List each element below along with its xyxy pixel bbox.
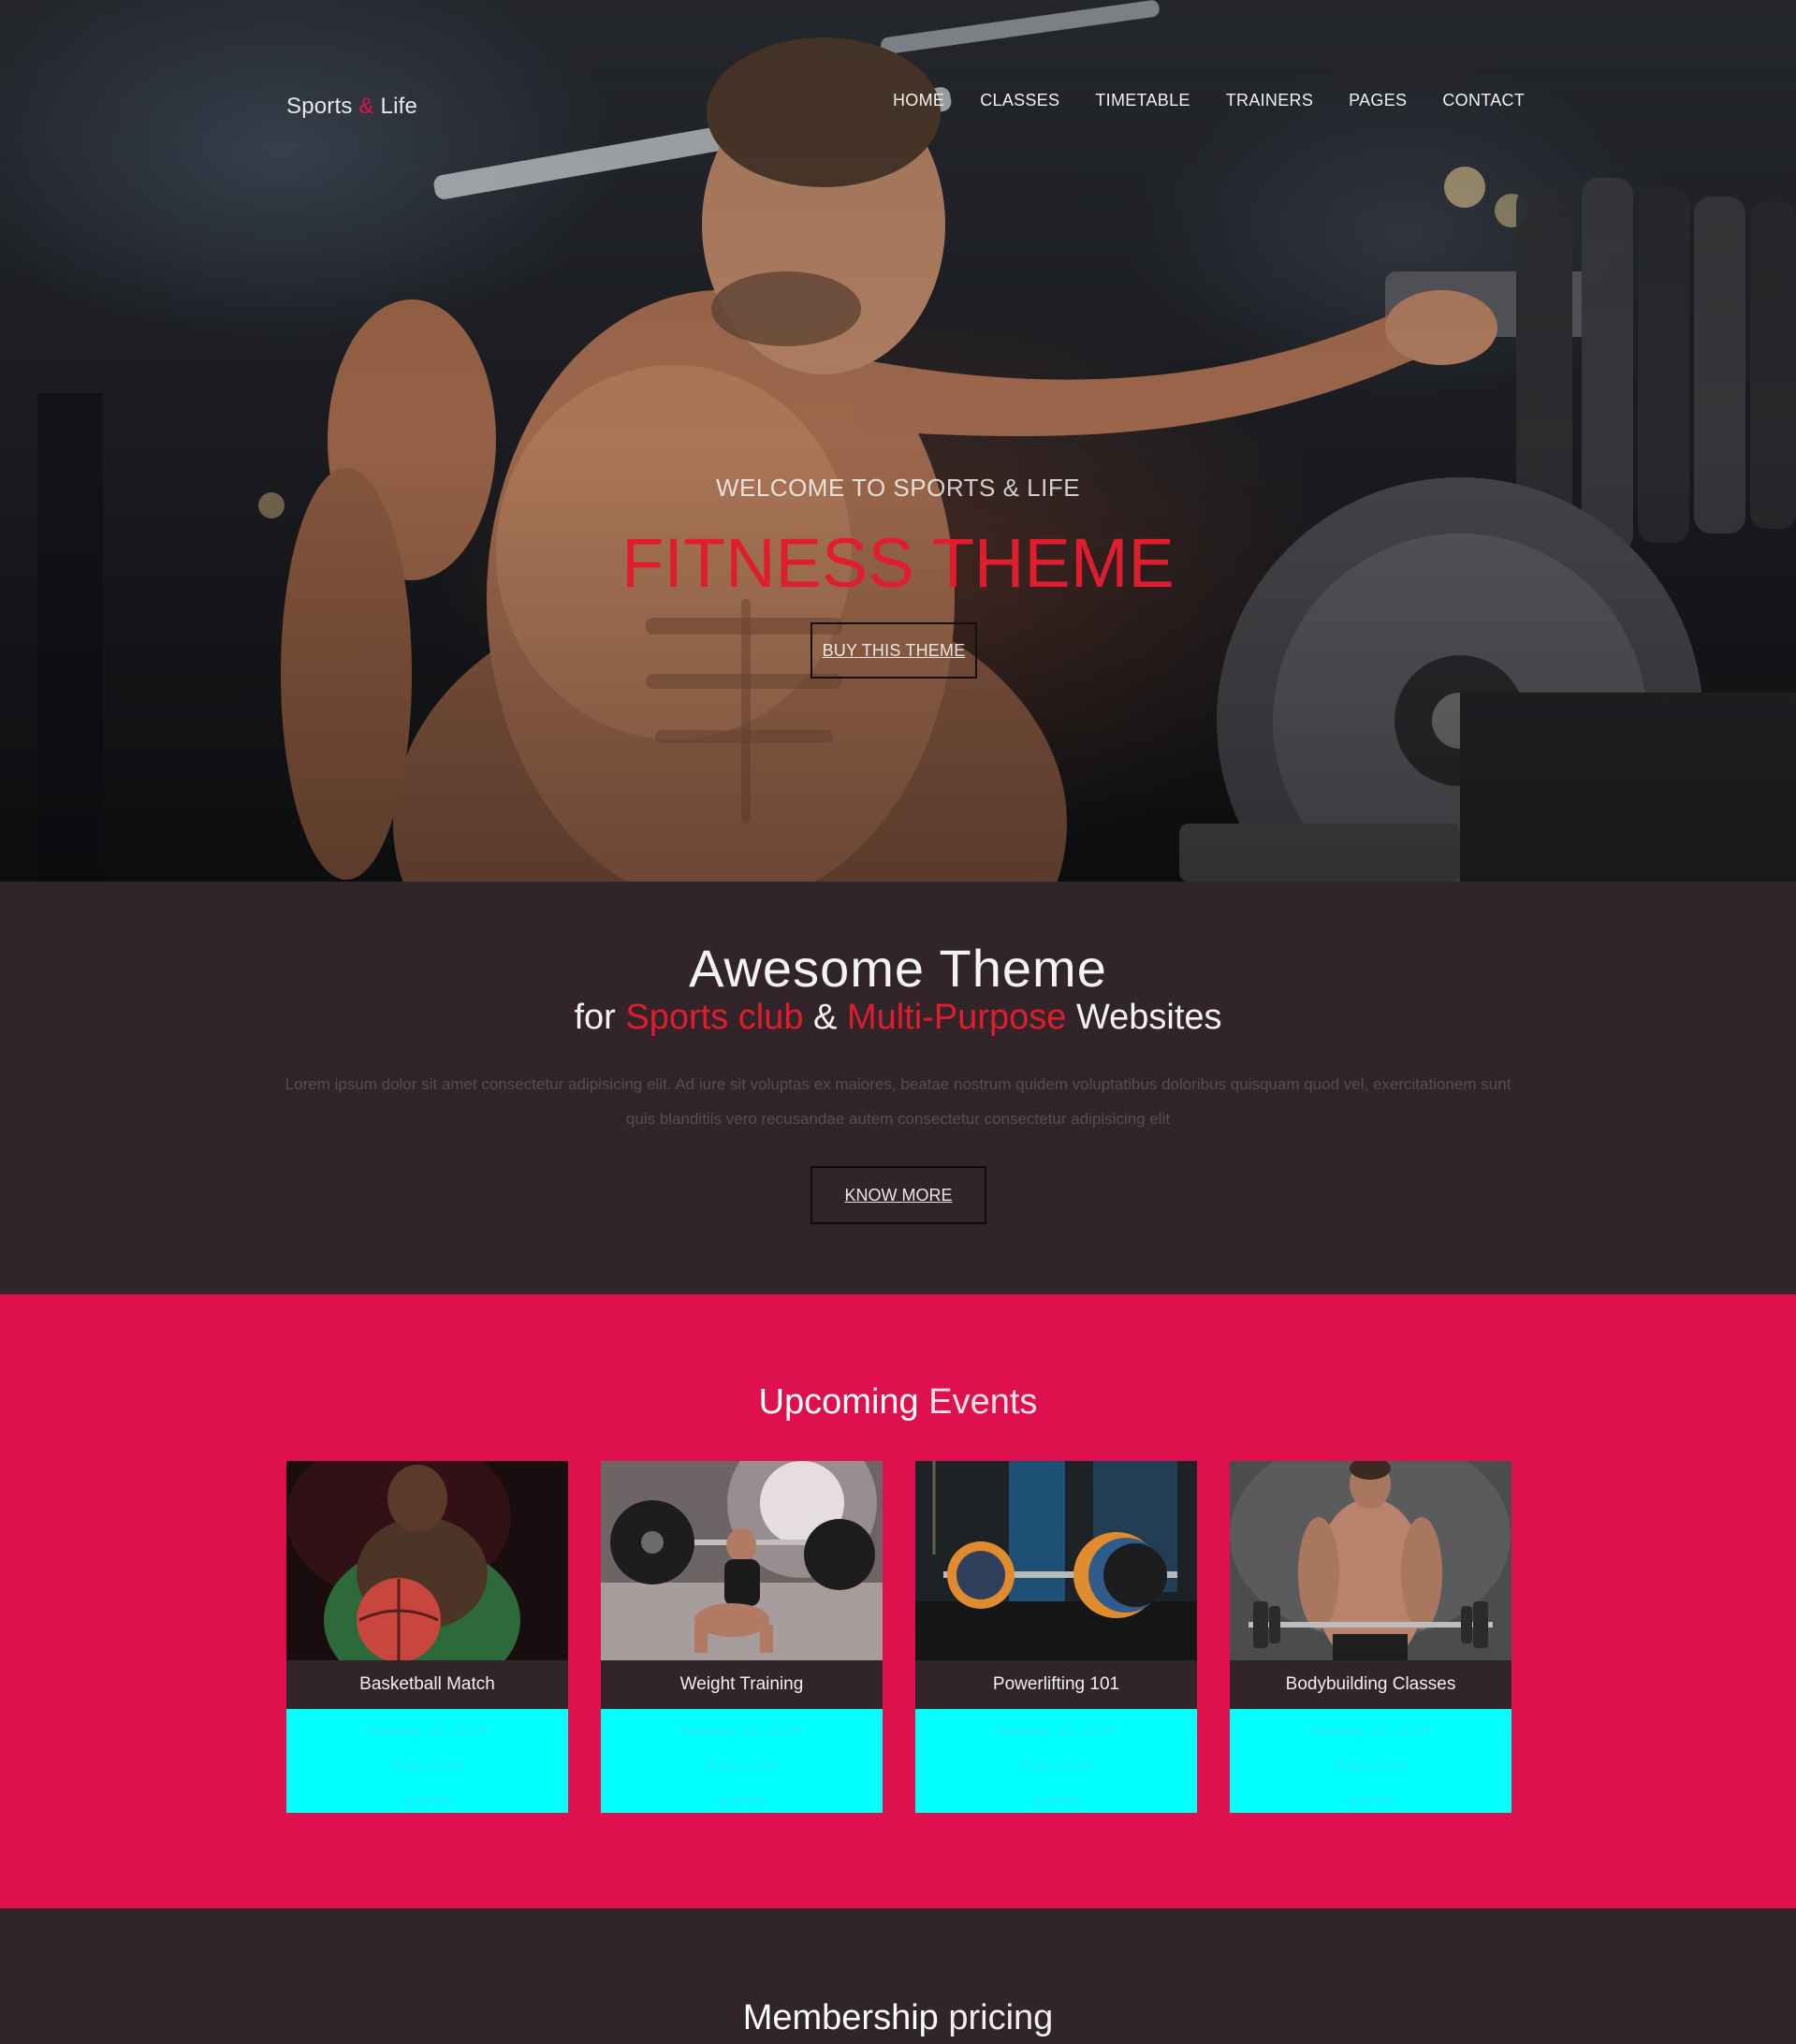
event-info: february 10, 2014 9:00-11:00 cj jones (601, 1709, 883, 1813)
event-date: february 10, 2014 (997, 1724, 1116, 1740)
hero-section: Sports & Life HOME CLASSES TIMETABLE TRA… (0, 0, 1796, 882)
event-info: february 10, 2014 9:00-11:00 cj jones (1230, 1709, 1511, 1813)
main-navigation: HOME CLASSES TIMETABLE TRAINERS PAGES CO… (893, 90, 1525, 110)
event-name: Weight Training (601, 1660, 883, 1709)
hero-overlay (0, 0, 1796, 882)
about-title: Awesome Theme (689, 939, 1107, 998)
about-sub-for: for (574, 998, 616, 1037)
event-image-basketball (286, 1461, 568, 1660)
event-name: Powerlifting 101 (915, 1660, 1197, 1709)
event-card-weight-training[interactable]: Weight Training february 10, 2014 9:00-1… (601, 1461, 883, 1813)
upcoming-events-section: Upcoming Events Basketball Match februar… (0, 1294, 1796, 1908)
event-date: february 10, 2014 (368, 1724, 487, 1740)
logo-text-part2: Life (380, 94, 418, 119)
nav-classes[interactable]: CLASSES (980, 90, 1059, 110)
nav-trainers[interactable]: TRAINERS (1226, 90, 1313, 110)
about-sub-highlight-1: Sports club (625, 998, 804, 1037)
membership-pricing-section: Membership pricing (0, 1908, 1796, 2044)
logo-text-part1: Sports (286, 94, 353, 119)
event-trainer: cj jones (402, 1793, 453, 1809)
about-sub-end: Websites (1075, 998, 1222, 1037)
event-name: Bodybuilding Classes (1230, 1660, 1511, 1709)
about-sub-amp: & (813, 998, 838, 1037)
nav-pages[interactable]: PAGES (1349, 90, 1407, 110)
event-trainer: cj jones (716, 1793, 767, 1809)
about-description: Lorem ipsum dolor sit amet consectetur a… (285, 1075, 1511, 1128)
about-subtitle: for Sports club & Multi-Purpose Websites (0, 998, 1796, 1038)
hero-subtitle: WELCOME TO SPORTS & LIFE (715, 474, 1081, 502)
event-trainer: cj jones (1030, 1793, 1082, 1809)
event-name: Basketball Match (286, 1660, 568, 1709)
event-cards: Basketball Match february 10, 2014 9:00-… (286, 1461, 1511, 1813)
events-title-light: Events (928, 1382, 1038, 1422)
event-time: 9:00-11:00 (1020, 1759, 1092, 1774)
event-image-powerlifting (915, 1461, 1197, 1660)
event-time: 9:00-11:00 (391, 1759, 463, 1774)
nav-timetable[interactable]: TIMETABLE (1095, 90, 1190, 110)
know-more-button[interactable]: KNOW MORE (810, 1166, 986, 1224)
nav-contact[interactable]: CONTACT (1442, 90, 1525, 110)
about-sub-highlight-2: Multi-Purpose (846, 998, 1067, 1037)
event-image-weight-training (601, 1461, 883, 1660)
event-date: february 10, 2014 (682, 1724, 801, 1740)
event-time: 9:00-11:00 (706, 1759, 778, 1774)
pricing-title-light: pricing (948, 1998, 1054, 2037)
pricing-title: Membership pricing (0, 1998, 1796, 2038)
events-title-bold: Upcoming (758, 1382, 919, 1422)
event-image-bodybuilding (1230, 1461, 1511, 1660)
about-section: Awesome Theme for Sports club & Multi-Pu… (0, 882, 1796, 1294)
pricing-title-bold: Membership (742, 1998, 939, 2037)
nav-home[interactable]: HOME (893, 90, 944, 110)
event-card-basketball[interactable]: Basketball Match february 10, 2014 9:00-… (286, 1461, 568, 1813)
event-card-powerlifting[interactable]: Powerlifting 101 february 10, 2014 9:00-… (915, 1461, 1197, 1813)
hero-title: FITNESS THEME (621, 524, 1175, 602)
event-date: february 10, 2014 (1311, 1724, 1430, 1740)
event-info: february 10, 2014 9:00-11:00 cj jones (915, 1709, 1197, 1813)
event-trainer: cj jones (1345, 1793, 1396, 1809)
logo-ampersand: & (358, 94, 374, 119)
event-time: 9:00-11:00 (1335, 1759, 1407, 1774)
events-title: Upcoming Events (0, 1382, 1796, 1423)
event-info: february 10, 2014 9:00-11:00 cj jones (286, 1709, 568, 1813)
buy-theme-button[interactable]: BUY THIS THEME (810, 622, 977, 679)
event-card-bodybuilding[interactable]: Bodybuilding Classes february 10, 2014 9… (1230, 1461, 1511, 1813)
site-logo[interactable]: Sports & Life (286, 94, 417, 120)
